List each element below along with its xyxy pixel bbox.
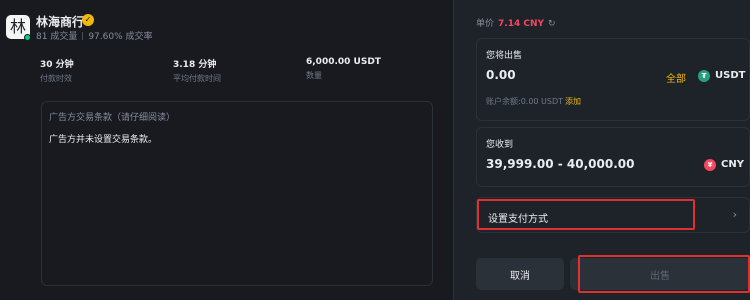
terms-body: 广告方并未设置交易条款。 [49, 135, 158, 145]
sell-label: 您将出售 [486, 51, 523, 61]
sell-amount-input[interactable]: 0.00 [486, 68, 516, 82]
top-up-link[interactable]: 添加 [565, 97, 581, 106]
stat-value: 3.18 分钟 [173, 60, 217, 70]
account-balance: 账户余额:0.00 USDT 添加 [486, 96, 581, 107]
chevron-right-icon: › [732, 208, 737, 221]
price-value: 7.14 CNY [498, 19, 545, 29]
usdt-coin-icon: ₮ [698, 70, 710, 82]
completion-rate: 97.60% 成交率 [88, 32, 153, 42]
merchant-stats: 81 成交量 97.60% 成交率 [36, 29, 153, 42]
stat-label: 付款时效 [40, 74, 72, 83]
payment-method-label: 设置支付方式 [488, 214, 548, 225]
stat-label: 数量 [306, 71, 322, 80]
sell-coin-label: USDT [715, 70, 746, 81]
stat-avg-pay-time: 3.18 分钟 平均付款时间 [173, 57, 221, 84]
stat-quantity: 6,000.00 USDT 数量 [306, 57, 381, 81]
receive-label: 您收到 [486, 140, 514, 150]
stats-divider [82, 32, 84, 40]
merchant-name[interactable]: 林海商行 [36, 13, 84, 30]
set-payment-method-button[interactable]: 设置支付方式 › [476, 197, 750, 233]
online-status-dot [24, 34, 31, 41]
terms-title: 广告方交易条款（请仔细阅读） [49, 113, 176, 123]
stat-value: 30 分钟 [40, 60, 74, 70]
price-label: 单价 [476, 19, 495, 29]
trade-count: 81 成交量 [36, 32, 78, 42]
stat-label: 平均付款时间 [173, 74, 221, 83]
terms-box: 广告方交易条款（请仔细阅读） 广告方并未设置交易条款。 [41, 101, 433, 286]
balance-text: 账户余额:0.00 USDT [486, 97, 564, 106]
stat-value: 6,000.00 USDT [306, 57, 381, 67]
order-panel: 单价 7.14 CNY ↻ 您将出售 0.00 全部 ₮ USDT 账户余额:0.0… [454, 0, 750, 300]
receive-amount-card: 您收到 39,999.00 - 40,000.00 ¥ CNY [476, 127, 750, 187]
refresh-icon[interactable]: ↻ [548, 19, 556, 29]
sell-button[interactable]: 出售 [570, 258, 750, 290]
receive-amount: 39,999.00 - 40,000.00 [486, 157, 635, 171]
stat-payment-window: 30 分钟 付款时效 [40, 57, 74, 84]
receive-coin-label: CNY [721, 159, 744, 170]
unit-price: 单价 7.14 CNY ↻ [476, 16, 556, 29]
cancel-button[interactable]: 取消 [476, 258, 564, 290]
merchant-panel: 林 林海商行 ✓ 81 成交量 97.60% 成交率 30 分钟 付款时效 3.1… [0, 0, 453, 300]
sell-all-button[interactable]: 全部 [666, 70, 686, 85]
sell-amount-card[interactable]: 您将出售 0.00 全部 ₮ USDT 账户余额:0.00 USDT 添加 [476, 38, 750, 121]
cny-coin-icon: ¥ [704, 159, 716, 171]
verified-badge-icon: ✓ [82, 14, 94, 26]
